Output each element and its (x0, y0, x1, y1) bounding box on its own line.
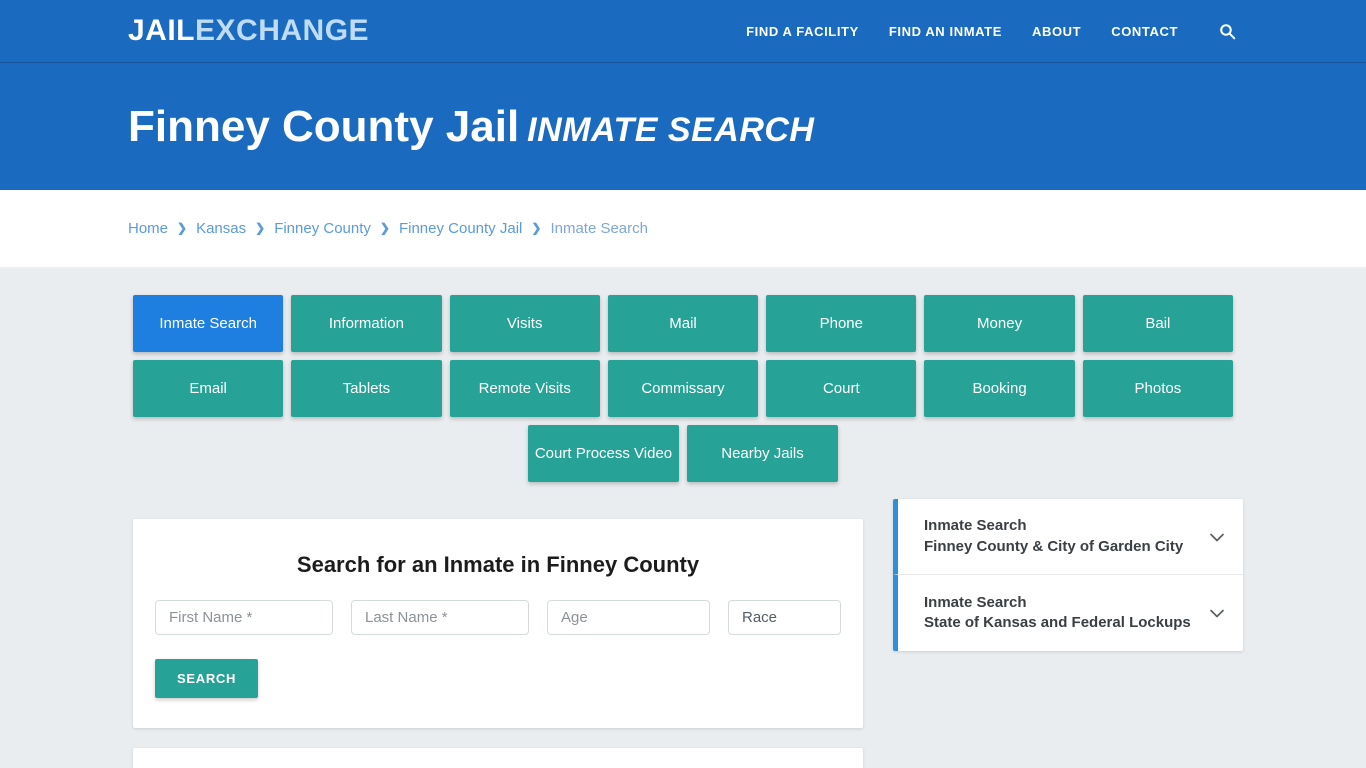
logo-secondary-text: EXCHANGE (195, 14, 370, 47)
tab-booking[interactable]: Booking (924, 360, 1075, 417)
race-select[interactable]: Race (728, 600, 841, 635)
nav-item-find-an-inmate[interactable]: FIND AN INMATE (889, 24, 1002, 39)
sidebar-item-subtitle: Finney County & City of Garden City (924, 537, 1184, 555)
facility-tab-grid-row3: Court Process Video Nearby Jails (133, 425, 1233, 482)
tab-phone[interactable]: Phone (766, 295, 917, 352)
tab-email[interactable]: Email (133, 360, 284, 417)
last-name-input[interactable] (351, 600, 529, 635)
search-form-row: Race (155, 600, 841, 635)
tab-tablets[interactable]: Tablets (291, 360, 442, 417)
search-button[interactable]: SEARCH (155, 659, 259, 698)
sidebar-item-subtitle: State of Kansas and Federal Lockups (924, 614, 1191, 632)
site-logo[interactable]: JAILEXCHANGE (128, 14, 369, 48)
sidebar-item-inmate-search-state[interactable]: Inmate Search State of Kansas and Federa… (893, 575, 1243, 652)
page-title-main: Finney County Jail (128, 101, 520, 151)
hero-banner: Finney County Jail INMATE SEARCH (0, 63, 1366, 190)
breadcrumb-separator-icon: ❯ (177, 220, 188, 235)
inmate-search-accordion: Inmate Search Finney County & City of Ga… (893, 499, 1243, 652)
inmate-search-card: Search for an Inmate in Finney County Ra… (133, 519, 863, 728)
breadcrumb-item-home[interactable]: Home (128, 220, 168, 237)
page-body: Inmate Search Information Visits Mail Ph… (0, 267, 1366, 768)
sidebar-item-title: Inmate Search (924, 517, 1027, 534)
tab-remote-visits[interactable]: Remote Visits (449, 360, 600, 417)
nav-item-about[interactable]: ABOUT (1032, 24, 1081, 39)
tab-court[interactable]: Court (766, 360, 917, 417)
breadcrumb-item-finney-county-jail[interactable]: Finney County Jail (399, 220, 522, 237)
tab-court-process-video[interactable]: Court Process Video (528, 425, 679, 482)
chevron-down-icon[interactable] (1207, 527, 1227, 547)
tab-money[interactable]: Money (924, 295, 1075, 352)
tab-information[interactable]: Information (291, 295, 442, 352)
first-name-input[interactable] (155, 600, 333, 635)
nav-item-contact[interactable]: CONTACT (1111, 24, 1178, 39)
tab-visits[interactable]: Visits (449, 295, 600, 352)
chevron-down-icon[interactable] (1207, 603, 1227, 623)
search-card-title: Search for an Inmate in Finney County (296, 552, 700, 577)
breadcrumb-item-inmate-search: Inmate Search (550, 220, 648, 237)
breadcrumb-separator-icon: ❯ (255, 220, 266, 235)
tab-commissary[interactable]: Commissary (607, 360, 759, 417)
tab-inmate-search[interactable]: Inmate Search (133, 295, 284, 352)
main-column: Search for an Inmate in Finney County Ra… (133, 519, 863, 768)
site-header: JAILEXCHANGE FIND A FACILITY FIND AN INM… (0, 0, 1366, 63)
logo-primary-text: JAIL (128, 14, 196, 47)
breadcrumb: Home ❯ Kansas ❯ Finney County ❯ Finney C… (128, 220, 648, 237)
breadcrumb-item-kansas[interactable]: Kansas (196, 220, 246, 237)
page-title: Finney County Jail INMATE SEARCH (128, 101, 815, 151)
sidebar-item-text: Inmate Search Finney County & City of Ga… (924, 516, 1197, 557)
age-input[interactable] (547, 600, 710, 635)
page-title-sub: INMATE SEARCH (527, 110, 815, 149)
sidebar-column: Inmate Search Finney County & City of Ga… (893, 499, 1243, 652)
facility-tab-grid: Inmate Search Information Visits Mail Ph… (133, 295, 1233, 417)
breadcrumb-item-finney-county[interactable]: Finney County (274, 220, 371, 237)
sidebar-item-text: Inmate Search State of Kansas and Federa… (924, 593, 1197, 634)
breadcrumb-bar: Home ❯ Kansas ❯ Finney County ❯ Finney C… (0, 190, 1366, 267)
sidebar-item-inmate-search-county[interactable]: Inmate Search Finney County & City of Ga… (893, 499, 1243, 576)
search-icon[interactable] (1216, 20, 1238, 42)
sidebar-item-title: Inmate Search (924, 593, 1027, 611)
tab-nearby-jails[interactable]: Nearby Jails (687, 425, 838, 482)
tab-bail[interactable]: Bail (1082, 295, 1233, 352)
tab-mail[interactable]: Mail (607, 295, 759, 352)
nav-item-find-a-facility[interactable]: FIND A FACILITY (746, 24, 859, 39)
tab-photos[interactable]: Photos (1082, 360, 1233, 417)
content-container: Inmate Search Information Visits Mail Ph… (133, 295, 1243, 768)
breadcrumb-separator-icon: ❯ (379, 220, 390, 235)
primary-navigation: FIND A FACILITY FIND AN INMATE ABOUT CON… (746, 20, 1238, 42)
results-card (133, 748, 863, 768)
breadcrumb-separator-icon: ❯ (531, 220, 542, 235)
content-columns: Search for an Inmate in Finney County Ra… (133, 499, 1243, 768)
